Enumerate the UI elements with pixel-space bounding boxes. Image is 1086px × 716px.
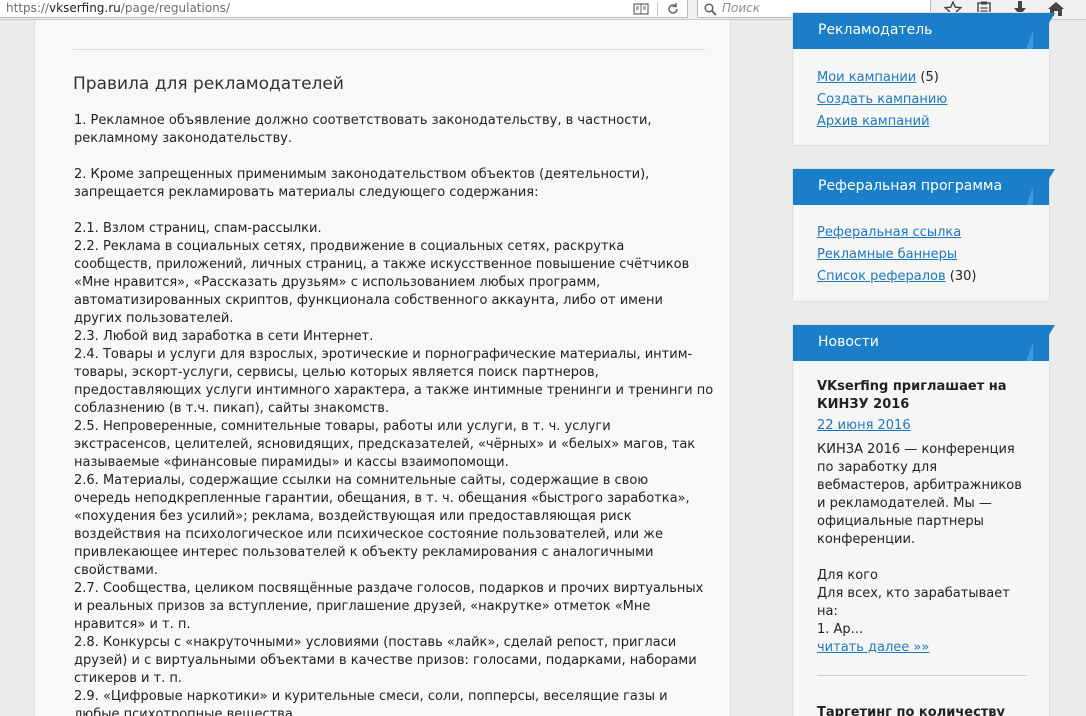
referral-link-link[interactable]: Реферальная ссылка xyxy=(817,225,961,240)
header-stripe xyxy=(1027,325,1045,361)
header-stripe xyxy=(1027,169,1045,205)
news-widget-header: Новости xyxy=(793,325,1055,361)
main-content: Правила для рекламодателей 1. Рекламное … xyxy=(34,20,731,716)
news-widget-title: Новости xyxy=(818,334,879,350)
campaign-archive-link[interactable]: Архив кампаний xyxy=(817,114,930,129)
search-icon xyxy=(700,0,720,18)
header-stripe xyxy=(1027,13,1045,49)
rule-paragraph: 2.7. Сообщества, целиком посвящённые раз… xyxy=(74,581,704,632)
news-widget: Новости VKserfing приглашает на КИНЗУ 20… xyxy=(792,324,1055,716)
url-path: /page/regulations/ xyxy=(120,1,231,15)
rule-paragraph: 1. Рекламное объявление должно соответст… xyxy=(74,113,652,146)
my-campaigns-count: (5) xyxy=(920,70,939,85)
news-item-text: КИНЗА 2016 — конференция по заработку дл… xyxy=(817,442,1022,637)
referral-widget-header: Реферальная программа xyxy=(793,169,1055,205)
rule-paragraph: 2.6. Материалы, содержащие ссылки на сом… xyxy=(74,473,690,578)
reader-view-icon[interactable] xyxy=(630,1,652,17)
page-title: Правила для рекламодателей xyxy=(73,74,344,94)
referrals-list-link[interactable]: Список рефералов xyxy=(817,269,946,284)
rule-paragraph: 2.3. Любой вид заработка в сети Интернет… xyxy=(74,329,374,344)
advertiser-widget-header: Рекламодатель xyxy=(793,13,1055,49)
reload-icon[interactable] xyxy=(662,1,684,17)
rules-text: 1. Рекламное объявление должно соответст… xyxy=(74,112,719,716)
create-campaign-link[interactable]: Создать кампанию xyxy=(817,92,947,107)
rule-paragraph: 2.8. Конкурсы с «накруточными» условиями… xyxy=(74,635,697,686)
url-text[interactable]: https://vkserfing.ru/page/regulations/ xyxy=(6,1,230,15)
referral-widget: Реферальная программа Реферальная ссылка… xyxy=(792,168,1055,302)
rule-paragraph: 2.1. Взлом страниц, спам-рассылки. xyxy=(74,221,322,236)
url-prefix: https:// xyxy=(6,1,50,15)
rule-paragraph: 2. Кроме запрещенных применимым законода… xyxy=(74,167,650,200)
advertiser-widget-title: Рекламодатель xyxy=(818,22,933,38)
read-more-link[interactable]: читать далее »» xyxy=(817,639,1049,657)
news-item-title[interactable]: VKserfing приглашает на КИНЗУ 2016 xyxy=(817,378,1027,414)
url-host: vkserfing.ru xyxy=(49,1,121,15)
referrals-count: (30) xyxy=(949,269,977,284)
referral-widget-title: Реферальная программа xyxy=(818,178,1003,194)
my-campaigns-link[interactable]: Мои кампании xyxy=(817,70,916,85)
rule-paragraph: 2.2. Реклама в социальных сетях, продвиж… xyxy=(74,239,690,326)
address-bar[interactable]: https://vkserfing.ru/page/regulations/ xyxy=(0,0,688,18)
rule-paragraph: 2.5. Непроверенные, сомнительные товары,… xyxy=(74,419,696,470)
rule-paragraph: 2.9. «Цифровые наркотики» и курительные … xyxy=(74,689,668,716)
news-divider xyxy=(817,675,1027,676)
next-news-title[interactable]: Таргетинг по количеству xyxy=(817,705,1005,716)
news-item-date[interactable]: 22 июня 2016 xyxy=(817,417,911,435)
url-separator xyxy=(657,2,658,16)
search-placeholder: Поиск xyxy=(722,1,761,15)
ad-banners-link[interactable]: Рекламные баннеры xyxy=(817,247,957,262)
top-divider xyxy=(73,49,705,50)
rule-paragraph: 2.4. Товары и услуги для взрослых, эроти… xyxy=(74,347,714,416)
advertiser-widget: Рекламодатель Мои кампании (5) Создать к… xyxy=(792,12,1055,146)
